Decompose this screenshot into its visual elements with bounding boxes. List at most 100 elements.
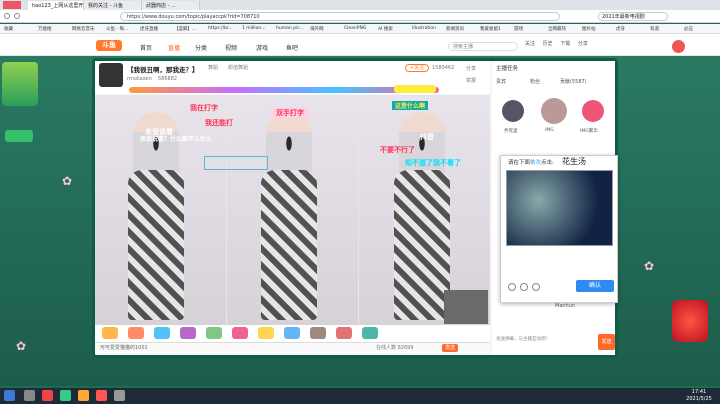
gift-item[interactable] bbox=[180, 327, 196, 339]
report-button[interactable]: 举报 bbox=[466, 77, 476, 84]
browser-logo-icon bbox=[3, 1, 21, 9]
highlight-box bbox=[204, 156, 268, 170]
sidebar-title[interactable]: 主播任务 bbox=[496, 64, 518, 72]
start-icon[interactable] bbox=[4, 390, 15, 401]
back-icon[interactable] bbox=[4, 13, 10, 19]
bookmark-item[interactable]: 有道 bbox=[650, 26, 659, 32]
online-count: 在线人数 82699 bbox=[376, 345, 414, 351]
share-button[interactable]: 分享 bbox=[466, 65, 476, 72]
follow-button[interactable]: +关注 bbox=[405, 64, 429, 72]
send-button[interactable]: 发送 bbox=[442, 344, 458, 352]
app-icon[interactable] bbox=[60, 390, 71, 401]
fans-count: 1580462 bbox=[432, 65, 455, 71]
captcha-word: 花生汤 bbox=[562, 157, 586, 166]
forward-icon[interactable] bbox=[14, 13, 20, 19]
sidebar-send-button[interactable]: 发送 bbox=[598, 334, 615, 350]
download-link[interactable]: 下载 bbox=[560, 41, 570, 47]
gift-item[interactable] bbox=[102, 327, 118, 339]
promo-banner-right[interactable] bbox=[672, 300, 708, 342]
site-search-input[interactable]: 搜索主播 bbox=[448, 42, 518, 51]
bookmark-item[interactable]: 我爱收留1 bbox=[480, 26, 501, 32]
browser-tab[interactable]: 我的关注 - 斗鱼 bbox=[84, 1, 142, 10]
nav-video[interactable]: 视频 bbox=[225, 43, 237, 52]
app-icon[interactable] bbox=[96, 390, 107, 401]
danmu-message: 来说说看？什么都不么什么 bbox=[140, 136, 213, 143]
flower-icon: ✿ bbox=[644, 259, 655, 273]
browser-tab[interactable]: hao123_上网从这里开始 bbox=[28, 1, 84, 10]
danmu-message: 我还能打 bbox=[205, 119, 233, 127]
bookmark-item[interactable]: AI 搜索 bbox=[378, 26, 393, 32]
bookmark-item[interactable]: 网易云音乐 bbox=[72, 26, 95, 32]
bookmark-item[interactable]: 海外网 bbox=[310, 26, 324, 32]
bookmark-item[interactable]: 1 million... bbox=[242, 26, 266, 31]
refresh-icon[interactable] bbox=[520, 283, 528, 291]
site-logo[interactable]: 斗鱼 bbox=[96, 40, 122, 51]
promo-banner-left[interactable] bbox=[2, 62, 38, 106]
bookmark-item[interactable]: 新闻资讯 bbox=[446, 26, 464, 32]
bookmark-item[interactable]: human pic... bbox=[276, 26, 304, 31]
confirm-button[interactable]: 确认 bbox=[576, 280, 614, 292]
streamer-name[interactable]: rmoliaxen bbox=[127, 76, 152, 82]
nav-fishbar[interactable]: 鱼吧 bbox=[286, 43, 298, 52]
rank-avatar[interactable] bbox=[582, 100, 604, 122]
bookmark-item[interactable]: 收藏 bbox=[4, 26, 13, 32]
sidebar-tab[interactable]: 贵宾 bbox=[496, 78, 506, 85]
bookmark-item[interactable]: https://br... bbox=[208, 26, 233, 31]
app-icon[interactable] bbox=[42, 390, 53, 401]
rank-avatar[interactable] bbox=[541, 98, 567, 124]
room-badges-strip bbox=[129, 87, 439, 93]
bookmark-item[interactable]: 万能搜 bbox=[38, 26, 52, 32]
room-tag[interactable]: 颜值舞蹈 bbox=[228, 64, 248, 71]
history-link[interactable]: 历史 bbox=[543, 41, 553, 47]
browser-tab[interactable]: 武器商店 - ... bbox=[142, 1, 200, 10]
bookmark-item[interactable]: CleanPNG bbox=[344, 26, 366, 31]
sidebar-tab[interactable]: 粉丝 bbox=[530, 78, 540, 85]
bookmark-item[interactable]: Illustration bbox=[412, 26, 436, 31]
flower-icon: ✿ bbox=[16, 339, 27, 353]
nav-game[interactable]: 游戏 bbox=[256, 43, 268, 52]
avatar[interactable] bbox=[672, 40, 685, 53]
gift-item[interactable] bbox=[362, 327, 378, 339]
follow-link[interactable]: 关注 bbox=[525, 41, 535, 47]
app-icon[interactable] bbox=[78, 390, 89, 401]
gift-item[interactable] bbox=[336, 327, 352, 339]
nav-home[interactable]: 首页 bbox=[140, 43, 152, 52]
search-icon[interactable] bbox=[24, 390, 35, 401]
gift-item[interactable] bbox=[128, 327, 144, 339]
close-icon[interactable] bbox=[508, 283, 516, 291]
captcha-prompt: 请在下面依次点击: bbox=[508, 160, 554, 166]
app-icon[interactable] bbox=[114, 390, 125, 401]
url-input[interactable]: https://www.douyu.com/topic/playaccpk?ri… bbox=[120, 12, 560, 21]
bookmark-item[interactable]: 全网最热 bbox=[548, 26, 566, 32]
streamer-avatar[interactable] bbox=[99, 63, 123, 87]
bookmark-item[interactable]: 虎牙 bbox=[616, 26, 625, 32]
nav-live[interactable]: 直播 bbox=[168, 43, 180, 52]
captcha-image[interactable] bbox=[506, 170, 613, 246]
browser-search-input[interactable]: 2021年最新电视剧 bbox=[598, 12, 668, 21]
bookmark-item[interactable]: 必应 bbox=[684, 26, 693, 32]
chat-input[interactable]: 可可爱爱猫猫的1001 bbox=[100, 344, 220, 352]
gift-item[interactable] bbox=[258, 327, 274, 339]
bookmark-item[interactable]: 游戏 bbox=[514, 26, 523, 32]
share-link[interactable]: 分享 bbox=[578, 41, 588, 47]
gift-item[interactable] bbox=[232, 327, 248, 339]
room-title: 【我很丑啊，那我走？】 bbox=[127, 66, 199, 74]
bookmark-item[interactable]: 虎牙直播 bbox=[140, 26, 158, 32]
room-tag[interactable]: 舞蹈 bbox=[208, 64, 218, 71]
nav-category[interactable]: 分类 bbox=[195, 43, 207, 52]
chat-username[interactable]: Manhun bbox=[555, 303, 575, 309]
rank-avatar[interactable] bbox=[502, 100, 524, 122]
promo-button-left[interactable] bbox=[5, 130, 33, 142]
gift-item[interactable] bbox=[206, 327, 222, 339]
info-icon[interactable] bbox=[532, 283, 540, 291]
sidebar-tab[interactable]: 贡献(5587) bbox=[560, 78, 587, 85]
gift-item[interactable] bbox=[154, 327, 170, 339]
header-user-icons[interactable]: 关注 历史 下载 分享 bbox=[525, 40, 605, 52]
bookmark-item[interactable]: 斗鱼 - 每... bbox=[106, 26, 128, 32]
gift-item[interactable] bbox=[284, 327, 300, 339]
bookmark-item[interactable]: 【蓝鲸】... bbox=[174, 26, 196, 32]
event-badge[interactable] bbox=[394, 85, 436, 93]
sidebar-chat-input[interactable]: 发送弹幕，与主播互动吧！ bbox=[496, 336, 596, 350]
bookmark-item[interactable]: 图片站 bbox=[582, 26, 596, 32]
gift-item[interactable] bbox=[310, 327, 326, 339]
